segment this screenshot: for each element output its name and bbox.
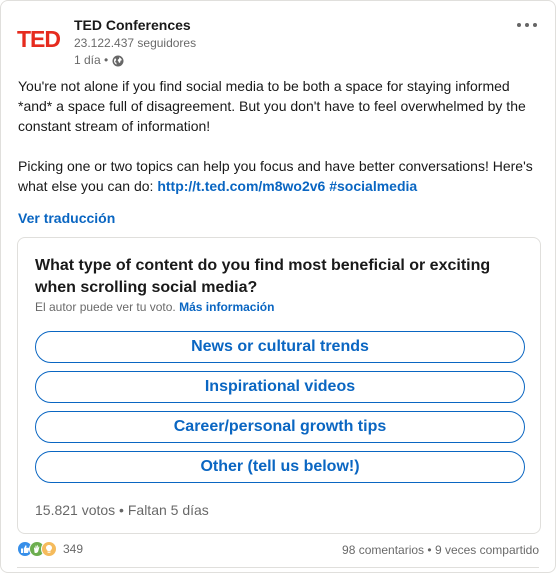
shares-count[interactable]: 9 veces compartido bbox=[435, 543, 539, 557]
poll-option-inspirational[interactable]: Inspirational videos bbox=[35, 371, 525, 403]
globe-icon bbox=[112, 55, 124, 66]
reactions-summary[interactable]: 349 bbox=[17, 541, 83, 557]
post-header: TED TED Conferences 23.122.437 seguidore… bbox=[17, 13, 543, 69]
ted-logo[interactable]: TED bbox=[17, 27, 65, 51]
insightful-reaction-icon bbox=[41, 541, 57, 557]
actor-info: TED Conferences 23.122.437 seguidores 1 … bbox=[74, 15, 196, 69]
commentary-paragraph-1: You're not alone if you find social medi… bbox=[18, 78, 526, 134]
poll-meta: 15.821 votos • Faltan 5 días bbox=[35, 502, 209, 518]
divider bbox=[17, 567, 539, 568]
poll-note-text: El autor puede ver tu voto. bbox=[35, 300, 176, 314]
poll-option-career[interactable]: Career/personal growth tips bbox=[35, 411, 525, 443]
see-translation-button[interactable]: Ver traducción bbox=[18, 208, 115, 228]
poll-note: El autor puede ver tu voto. Más informac… bbox=[35, 299, 274, 315]
actor-followers: 23.122.437 seguidores bbox=[74, 36, 197, 50]
post-time-text: 1 día • bbox=[74, 53, 109, 67]
feed-post: TED TED Conferences 23.122.437 seguidore… bbox=[0, 0, 556, 573]
social-counts: 349 98 comentarios • 9 veces compartido bbox=[17, 541, 539, 561]
poll: What type of content do you find most be… bbox=[17, 237, 541, 534]
more-icon bbox=[517, 23, 537, 27]
post-link[interactable]: http://t.ted.com/m8wo2v6 bbox=[157, 178, 325, 194]
post-commentary: You're not alone if you find social medi… bbox=[18, 76, 538, 196]
engagement-counts: 98 comentarios • 9 veces compartido bbox=[342, 543, 539, 557]
more-info-link[interactable]: Más información bbox=[179, 300, 274, 314]
reaction-count: 349 bbox=[63, 542, 84, 556]
poll-option-other[interactable]: Other (tell us below!) bbox=[35, 451, 525, 483]
more-options-button[interactable] bbox=[513, 13, 541, 37]
poll-question: What type of content do you find most be… bbox=[35, 257, 491, 296]
commentary-paragraph-2: Picking one or two topics can help you f… bbox=[18, 156, 538, 196]
actor-name[interactable]: TED Conferences bbox=[74, 15, 196, 35]
post-time: 1 día • bbox=[74, 52, 196, 69]
poll-option-news[interactable]: News or cultural trends bbox=[35, 331, 525, 363]
counts-separator: • bbox=[424, 543, 435, 557]
hashtag-link[interactable]: #socialmedia bbox=[329, 178, 417, 194]
comments-count[interactable]: 98 comentarios bbox=[342, 543, 424, 557]
